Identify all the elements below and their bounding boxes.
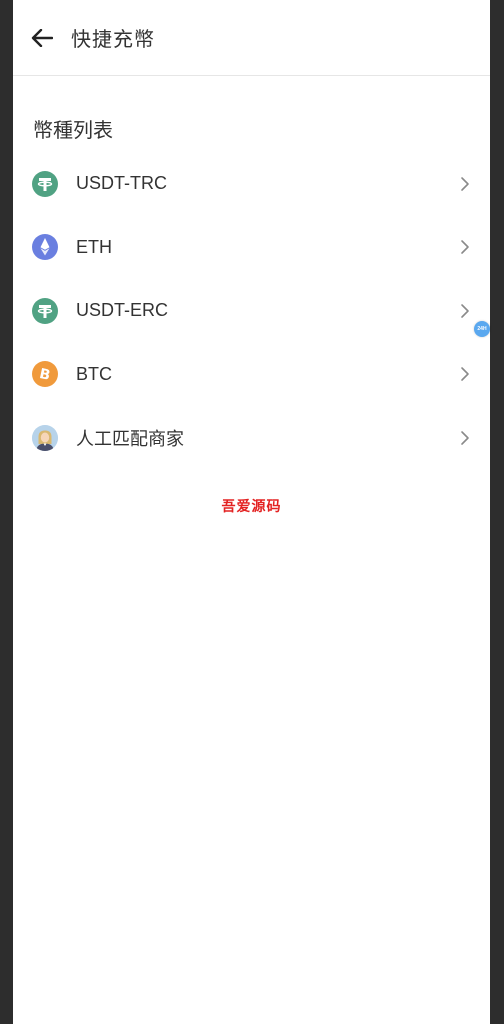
coin-item-usdt-erc[interactable]: USDT-ERC bbox=[13, 279, 490, 343]
top-bar: 快捷充幣 bbox=[13, 0, 490, 76]
chevron-right-icon bbox=[461, 240, 469, 255]
arrow-left-icon bbox=[31, 28, 53, 47]
coin-item-btc[interactable]: B BTC bbox=[13, 343, 490, 407]
chevron-right-icon bbox=[461, 430, 469, 445]
chevron-right-icon bbox=[461, 367, 469, 382]
coin-item-usdt-trc[interactable]: USDT-TRC bbox=[13, 152, 490, 216]
coin-list: USDT-TRC ETH USDT-ERC B BTC 人工匹配商家 bbox=[13, 152, 490, 470]
section-title: 幣種列表 bbox=[33, 120, 113, 142]
bitcoin-icon: B bbox=[32, 361, 58, 388]
coin-label: 人工匹配商家 bbox=[76, 428, 184, 449]
back-button[interactable] bbox=[29, 25, 55, 51]
chevron-right-icon bbox=[461, 176, 469, 191]
watermark-text: 吾爱源码 bbox=[221, 498, 282, 514]
coin-item-manual-merchant[interactable]: 人工匹配商家 bbox=[13, 406, 490, 470]
tether-icon bbox=[32, 170, 58, 197]
coin-label: ETH bbox=[76, 236, 112, 257]
page-title: 快捷充幣 bbox=[71, 29, 155, 51]
app-screen: 快捷充幣 幣種列表 USDT-TRC ETH USDT-ERC B BTC 人工… bbox=[13, 0, 490, 1024]
coin-label: BTC bbox=[76, 363, 112, 384]
coin-label: USDT-TRC bbox=[76, 173, 167, 194]
coin-item-eth[interactable]: ETH bbox=[13, 216, 490, 280]
floating-service-button[interactable]: 24H bbox=[474, 321, 490, 337]
merchant-avatar-icon bbox=[32, 424, 58, 451]
svg-text:B: B bbox=[38, 366, 52, 384]
coin-label: USDT-ERC bbox=[76, 300, 169, 321]
ethereum-icon bbox=[32, 234, 58, 261]
tether-icon bbox=[32, 297, 58, 324]
chevron-right-icon bbox=[461, 303, 469, 318]
